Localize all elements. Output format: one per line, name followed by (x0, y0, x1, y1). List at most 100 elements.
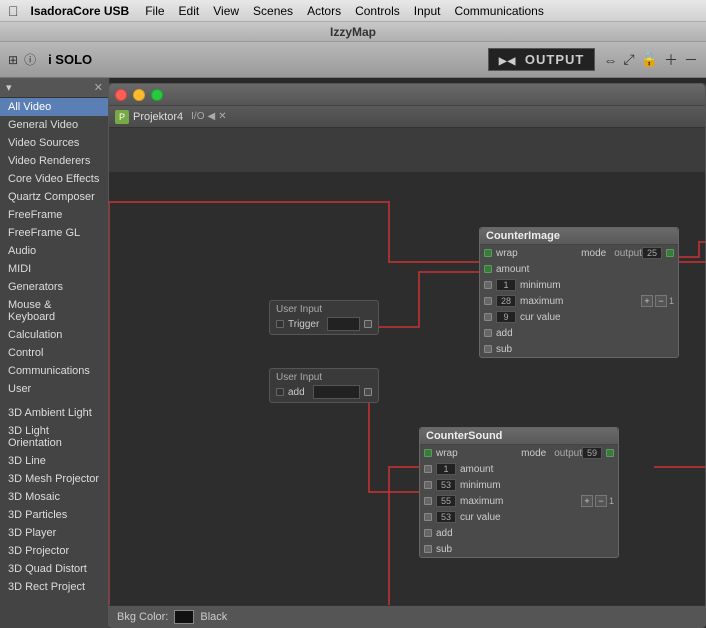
toolbar-right: ⇔ ⤢ 🔒 ＋ － (603, 50, 698, 70)
sidebar-item-3d-projector[interactable]: 3D Projector (0, 542, 109, 560)
sidebar-item-3d-rect[interactable]: 3D Rect Project (0, 578, 109, 596)
bkg-label: Bkg Color: (117, 611, 168, 623)
menu-scenes[interactable]: Scenes (253, 4, 293, 18)
sidebar-item-3d-particles[interactable]: 3D Particles (0, 506, 109, 524)
sidebar-toggle-icon[interactable]: ▾ (6, 81, 12, 94)
sidebar-item-all-video[interactable]: All Video (0, 98, 109, 116)
toolbar-info-icon[interactable]: ⓘ (24, 51, 36, 68)
counter-sound-node[interactable]: CounterSound wrap mode output 59 1 (419, 427, 619, 558)
sidebar-item-3d-mesh[interactable]: 3D Mesh Projector (0, 470, 109, 488)
sidebar-item-quartz[interactable]: Quartz Composer (0, 188, 109, 206)
sidebar-item-video-renderers[interactable]: Video Renderers (0, 152, 109, 170)
app-name[interactable]: IsadoraCore USB (31, 4, 130, 18)
sidebar-item-3d-line[interactable]: 3D Line (0, 452, 109, 470)
port-cs-wrap[interactable] (424, 449, 432, 457)
counter-sound-title: CounterSound (420, 428, 618, 445)
sidebar-item-midi[interactable]: MIDI (0, 260, 109, 278)
user-input-1[interactable]: User Input Trigger (269, 300, 379, 335)
sidebar-item-user[interactable]: User (0, 380, 109, 398)
menu-view[interactable]: View (213, 4, 239, 18)
sidebar-item-communications[interactable]: Communications (0, 362, 109, 380)
user-input-1-title: User Input (276, 304, 372, 315)
val-cs-min: 53 (436, 479, 456, 491)
sidebar-item-calculation[interactable]: Calculation (0, 326, 109, 344)
sidebar-item-general-video[interactable]: General Video (0, 116, 109, 134)
port-sub-ci[interactable] (484, 345, 492, 353)
minimize-button[interactable] (133, 89, 145, 101)
port-cs-add[interactable] (424, 529, 432, 537)
sidebar-item-3d-quad[interactable]: 3D Quad Distort (0, 560, 109, 578)
sidebar-item-freeframe[interactable]: FreeFrame (0, 206, 109, 224)
user-input-1-connector[interactable] (364, 320, 372, 328)
label-wrap: wrap (496, 248, 581, 259)
port-wrap[interactable] (484, 249, 492, 257)
sidebar-close-icon[interactable]: ✕ (94, 81, 103, 94)
user-input-1-row: Trigger (276, 317, 372, 331)
output-label: OUTPUT (525, 52, 584, 67)
sidebar-item-audio[interactable]: Audio (0, 242, 109, 260)
projector-tab[interactable]: P Projektor4 I/O ◀ ✕ (109, 106, 705, 128)
sidebar-item-core-video[interactable]: Core Video Effects (0, 170, 109, 188)
port-cs-amount[interactable] (424, 465, 432, 473)
apple-menu[interactable]:  (8, 3, 19, 19)
sidebar-item-video-sources[interactable]: Video Sources (0, 134, 109, 152)
plus-btn-ci[interactable]: + (641, 295, 653, 307)
counter-image-node[interactable]: CounterImage wrap mode output 25 am (479, 227, 679, 358)
menu-edit[interactable]: Edit (179, 4, 200, 18)
io-button[interactable]: I/O (191, 111, 204, 122)
sidebar-item-3d-light[interactable]: 3D Light Orientation (0, 422, 109, 452)
user-input-2-row: add (276, 385, 372, 399)
port-cs-sub[interactable] (424, 545, 432, 553)
menu-input[interactable]: Input (414, 4, 441, 18)
user-input-2-connector[interactable] (364, 388, 372, 396)
node-row-curval: 9 cur value (480, 309, 678, 325)
sidebar-item-3d-ambient[interactable]: 3D Ambient Light (0, 404, 109, 422)
sidebar-item-3d-mosaic[interactable]: 3D Mosaic (0, 488, 109, 506)
minus-btn-cs[interactable]: − (595, 495, 607, 507)
menu-file[interactable]: File (145, 4, 164, 18)
port-add-ci[interactable] (484, 329, 492, 337)
output-port-cs[interactable] (606, 449, 614, 457)
sidebar-item-mouse-keyboard[interactable]: Mouse & Keyboard (0, 296, 109, 326)
port-cs-min[interactable] (424, 481, 432, 489)
menu-actors[interactable]: Actors (307, 4, 341, 18)
plus-btn-cs[interactable]: + (581, 495, 593, 507)
port-cs-max[interactable] (424, 497, 432, 505)
output-port-ci[interactable] (666, 249, 674, 257)
output-button[interactable]: ▶◀ OUTPUT (488, 48, 595, 71)
fullscreen-icon[interactable]: ⤢ (623, 51, 634, 68)
solo-label[interactable]: i SOLO (48, 52, 92, 67)
minus-icon[interactable]: － (684, 50, 698, 70)
menu-communications[interactable]: Communications (454, 4, 543, 18)
arrows-icon[interactable]: ⇔ (603, 52, 617, 68)
port-cs-curval[interactable] (424, 513, 432, 521)
sidebar-item-label: 3D Projector (8, 545, 69, 557)
maximize-button[interactable] (151, 89, 163, 101)
close-button[interactable] (115, 89, 127, 101)
sidebar-item-3d-player[interactable]: 3D Player (0, 524, 109, 542)
minus-btn-ci[interactable]: − (655, 295, 667, 307)
node-row-cs-wrap: wrap mode output 59 (420, 445, 618, 461)
port-minimum[interactable] (484, 281, 492, 289)
user-input-2[interactable]: User Input add (269, 368, 379, 403)
tab-arrow-icon[interactable]: ◀ (207, 111, 215, 122)
port-amount[interactable] (484, 265, 492, 273)
node-canvas[interactable]: CounterImage wrap mode output 25 am (109, 172, 705, 627)
label-output: output (614, 248, 642, 259)
menu-controls[interactable]: Controls (355, 4, 400, 18)
tab-close-icon[interactable]: ✕ (218, 111, 226, 122)
plus-icon[interactable]: ＋ (664, 50, 678, 70)
port-maximum[interactable] (484, 297, 492, 305)
user-input-1-field[interactable] (327, 317, 360, 331)
sidebar-item-freeframe-gl[interactable]: FreeFrame GL (0, 224, 109, 242)
sidebar-item-control[interactable]: Control (0, 344, 109, 362)
port-curval[interactable] (484, 313, 492, 321)
user-input-1-port[interactable] (276, 320, 284, 328)
user-input-2-port[interactable] (276, 388, 284, 396)
user-input-2-field[interactable] (313, 385, 360, 399)
sidebar-item-label: 3D Quad Distort (8, 563, 87, 575)
sidebar-item-generators[interactable]: Generators (0, 278, 109, 296)
lock-icon[interactable]: 🔒 (641, 51, 658, 68)
bkg-color-swatch[interactable] (174, 610, 194, 624)
toolbar-grid-icon[interactable]: ⊞ (8, 53, 18, 67)
